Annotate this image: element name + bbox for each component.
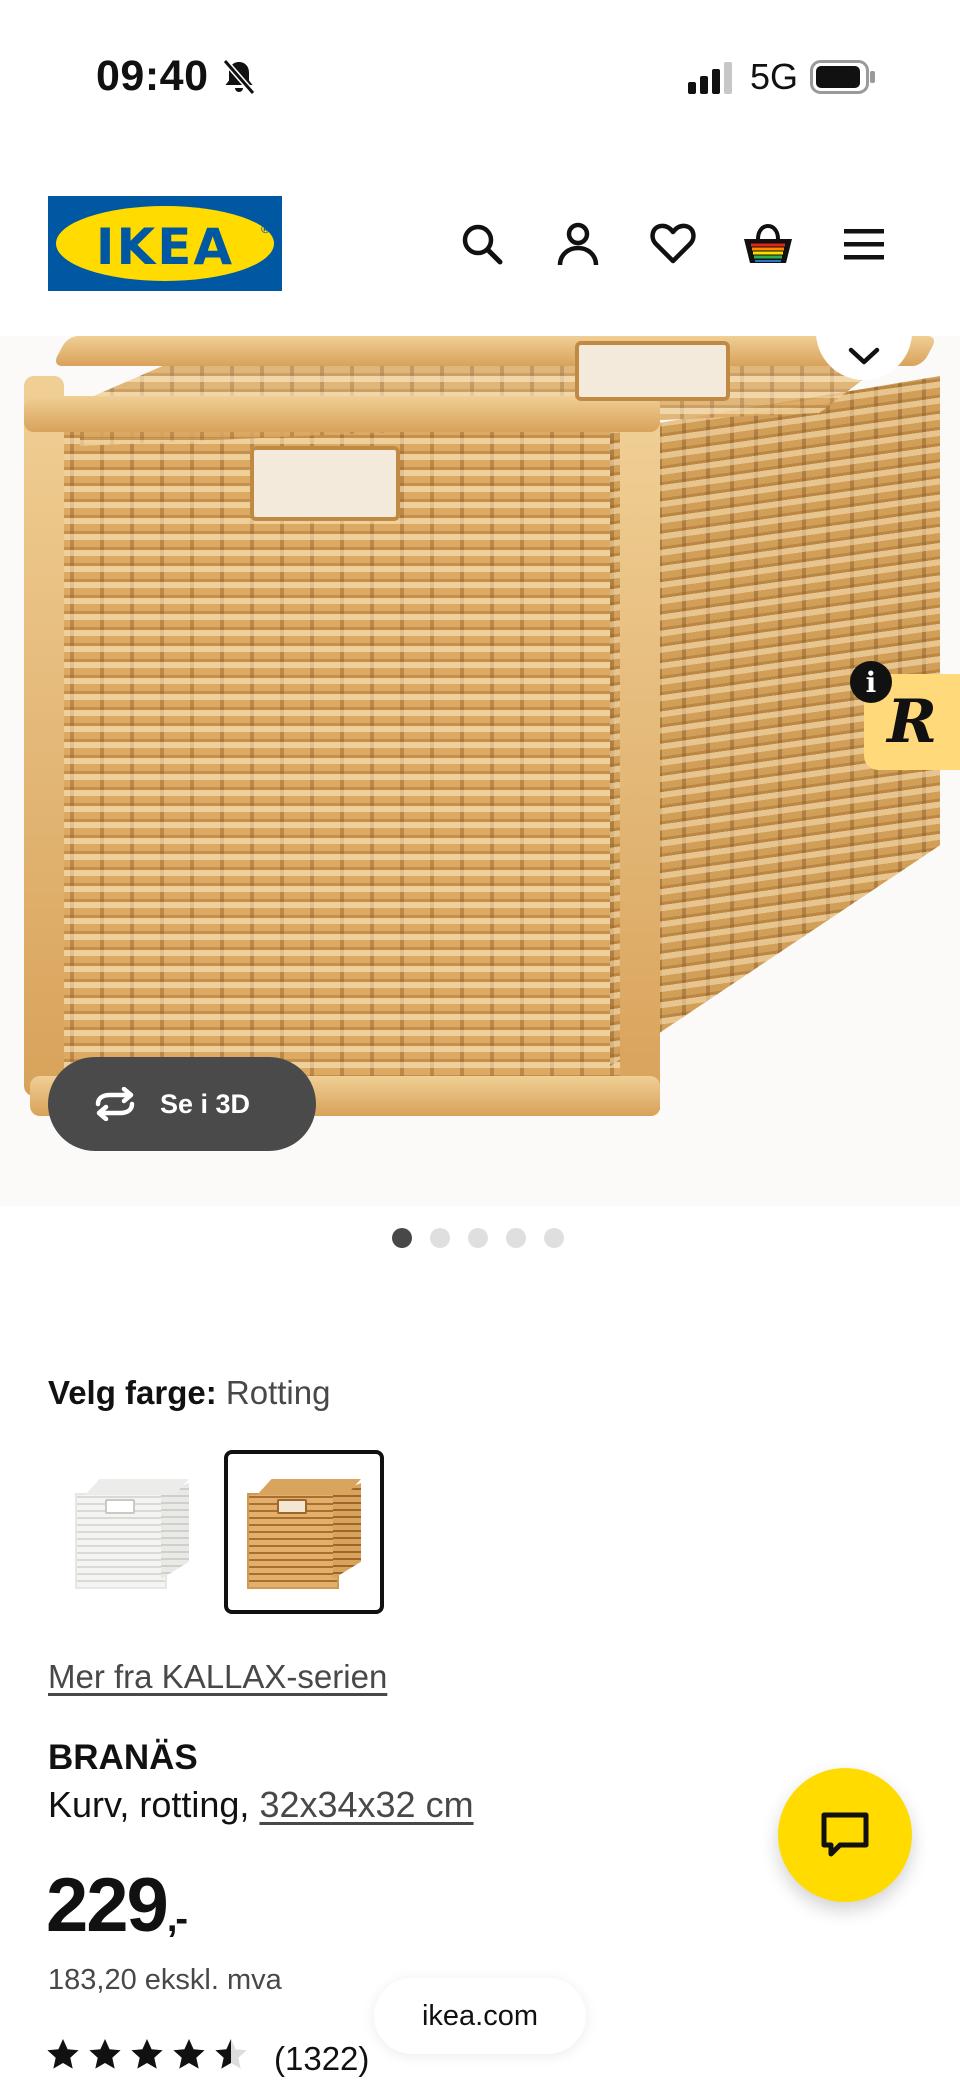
cart-icon[interactable] [740, 216, 796, 272]
account-icon[interactable] [550, 216, 606, 272]
info-icon[interactable]: i [850, 661, 892, 703]
product-name: BRANÄS [48, 1738, 198, 1777]
search-icon[interactable] [454, 216, 510, 272]
status-time: 09:40 [96, 52, 209, 100]
star-icon [131, 2039, 163, 2069]
color-swatch-rattan[interactable] [224, 1450, 384, 1614]
gallery-pagination [392, 1228, 564, 1248]
product-type: Kurv, rotting, [48, 1784, 250, 1825]
pagination-dot[interactable] [430, 1228, 450, 1248]
battery-icon [810, 60, 875, 94]
view-3d-button[interactable]: Se i 3D [48, 1057, 316, 1151]
pagination-dot[interactable] [544, 1228, 564, 1248]
star-icon [89, 2039, 121, 2069]
network-type: 5G [750, 56, 799, 97]
logo-text: IKEA [95, 218, 235, 276]
rotate-3d-icon [95, 1087, 135, 1121]
price-main: 229 [46, 1863, 169, 1948]
price: 229,- [46, 1862, 188, 1949]
ikea-logo[interactable]: IKEA ® [48, 196, 282, 291]
color-swatch-white[interactable] [52, 1450, 212, 1614]
white-basket-thumbnail [73, 1477, 191, 1589]
series-link[interactable]: Mer fra KALLAX-serien [48, 1658, 387, 1696]
price-suffix: ,- [166, 1898, 188, 1940]
chat-button[interactable] [778, 1768, 912, 1902]
product-description: Kurv, rotting, 32x34x32 cm [48, 1784, 474, 1826]
color-selection-label: Velg farge: Rotting [48, 1374, 330, 1412]
color-label: Velg farge: [48, 1374, 217, 1411]
rating-stars[interactable] [46, 2038, 248, 2070]
browser-url-bar[interactable]: ikea.com [374, 1978, 586, 2054]
view-3d-label: Se i 3D [160, 1088, 251, 1119]
badge-letter: R [887, 687, 937, 757]
product-dimensions-link[interactable]: 32x34x32 cm [259, 1784, 473, 1825]
pagination-dot[interactable] [392, 1228, 412, 1248]
star-icon [47, 2039, 79, 2069]
pagination-dot[interactable] [506, 1228, 526, 1248]
heart-icon[interactable] [645, 216, 701, 272]
star-icon [173, 2039, 205, 2069]
pagination-dot[interactable] [468, 1228, 488, 1248]
price-excl-vat: 183,20 ekskl. mva [48, 1964, 282, 1996]
signal-icon [688, 62, 732, 94]
half-star-icon [215, 2039, 247, 2069]
color-value: Rotting [225, 1374, 331, 1411]
rating-count[interactable]: (1322) [274, 2040, 369, 2078]
rattan-basket-thumbnail [245, 1477, 363, 1589]
menu-icon[interactable] [836, 216, 892, 272]
bell-muted-icon [222, 59, 256, 95]
chat-bubble-icon [821, 1812, 869, 1857]
chevron-down-icon [848, 347, 880, 365]
info-letter: i [865, 665, 877, 699]
